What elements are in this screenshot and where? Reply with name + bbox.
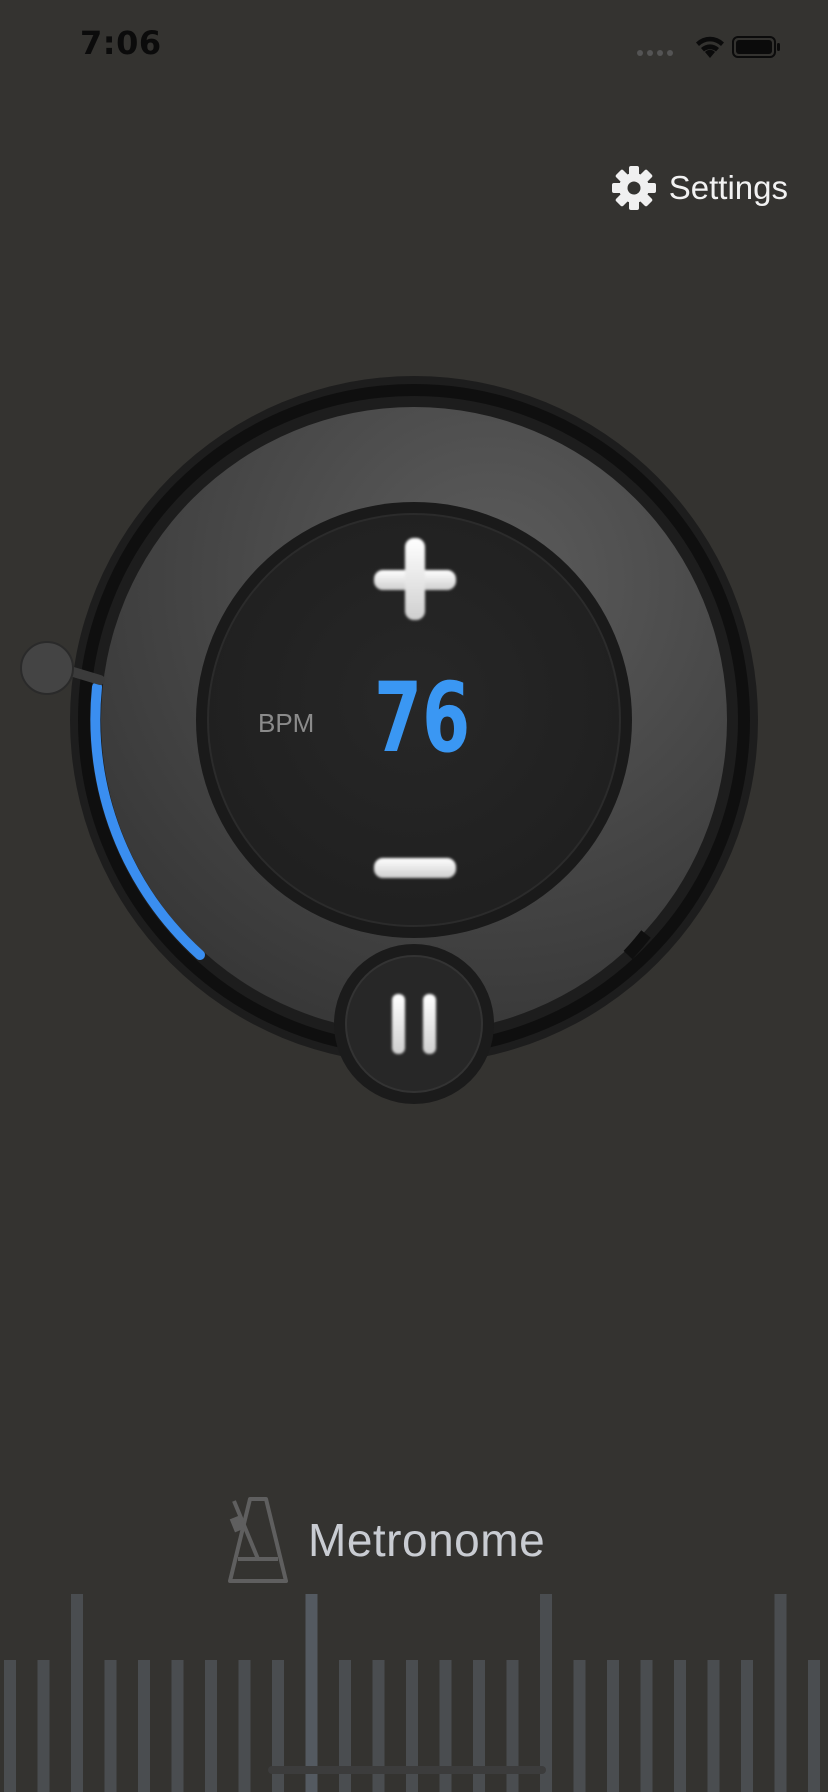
metronome-icon	[228, 1497, 288, 1583]
beat-tick	[4, 1660, 16, 1792]
beat-tick	[573, 1660, 586, 1792]
beat-tick	[640, 1660, 653, 1792]
beat-tick-major	[71, 1594, 83, 1792]
beat-tick	[37, 1660, 50, 1792]
beat-tick	[205, 1660, 217, 1792]
bpm-value: 76	[374, 662, 471, 774]
beat-tick-major	[540, 1594, 552, 1792]
beat-tick-major	[774, 1594, 787, 1792]
beat-tick-major	[305, 1594, 318, 1792]
beat-tick	[171, 1660, 184, 1792]
beat-tick	[238, 1660, 251, 1792]
decrease-bpm-button[interactable]	[365, 840, 465, 900]
tempo-knob-handle	[20, 641, 74, 695]
app-name: Metronome	[308, 1514, 546, 1566]
increase-bpm-button[interactable]	[365, 530, 465, 630]
beat-tick	[741, 1660, 753, 1792]
beat-tick	[808, 1660, 820, 1792]
beat-ruler	[4, 1594, 820, 1792]
ruler-baseline	[268, 1766, 546, 1774]
app-branding: Metronome	[226, 1490, 545, 1590]
beat-tick	[138, 1660, 150, 1792]
beat-tick	[607, 1660, 619, 1792]
beat-tick	[104, 1660, 117, 1792]
beat-tick	[707, 1660, 720, 1792]
pause-button[interactable]	[336, 946, 492, 1102]
bpm-label: BPM	[258, 708, 315, 738]
beat-tick	[674, 1660, 686, 1792]
